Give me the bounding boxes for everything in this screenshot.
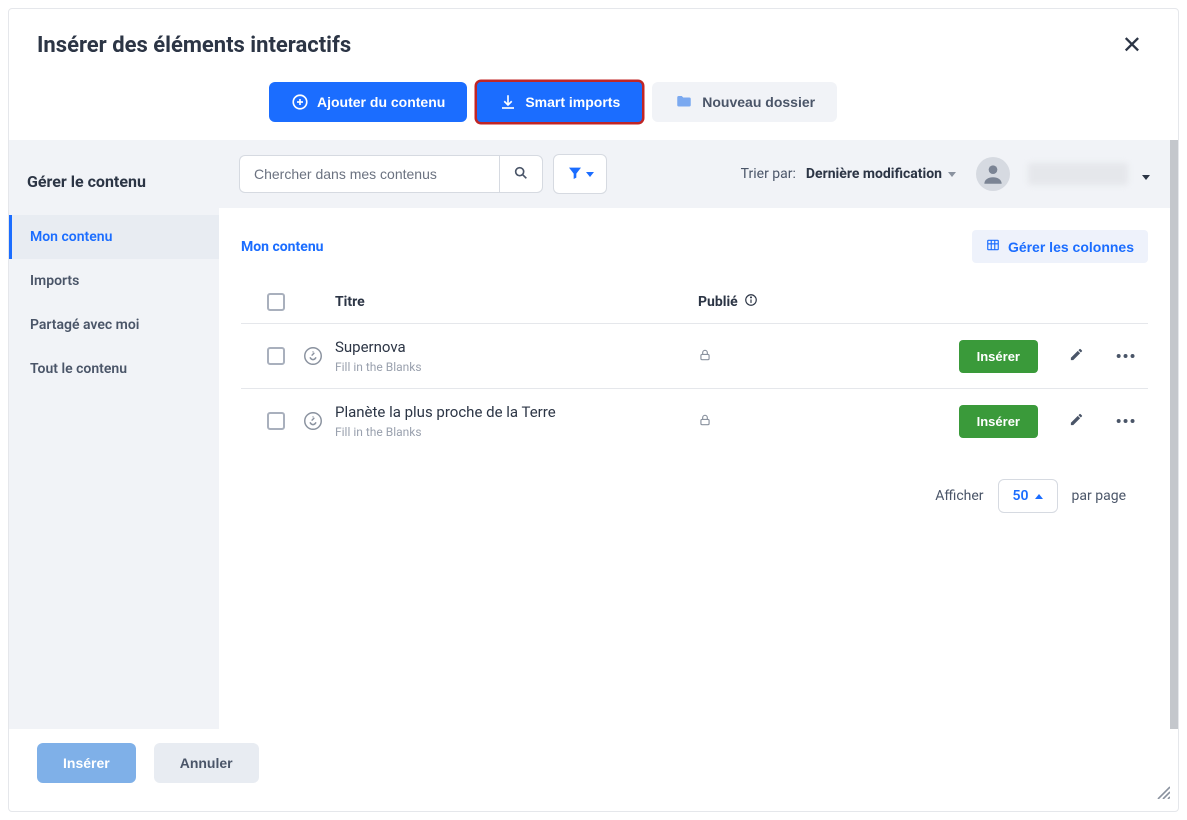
sidebar-item-label: Tout le contenu — [30, 361, 127, 377]
modal-header: Insérer des éléments interactifs ✕ — [9, 9, 1178, 78]
breadcrumb[interactable]: Mon contenu — [241, 239, 324, 255]
sidebar-item-mon-contenu[interactable]: Mon contenu — [9, 215, 219, 259]
row-checkbox[interactable] — [267, 412, 285, 430]
content-area: Gérer le contenu Mon contenu Imports Par… — [9, 140, 1178, 729]
pager-show-label: Afficher — [935, 488, 983, 504]
content-table: Titre Publié — [241, 281, 1148, 453]
edit-button[interactable] — [1064, 347, 1088, 366]
sort-dropdown[interactable]: Dernière modification — [806, 166, 956, 182]
breadcrumb-row: Mon contenu Gérer les colonnes — [241, 230, 1148, 263]
chevron-down-icon — [948, 172, 956, 177]
row-subtitle: Fill in the Blanks — [335, 360, 698, 374]
toolbar: Ajouter du contenu Smart imports Nouveau… — [9, 78, 1178, 140]
pencil-icon — [1069, 412, 1084, 427]
manage-columns-button[interactable]: Gérer les colonnes — [972, 230, 1148, 263]
user-icon — [980, 161, 1006, 187]
edit-button[interactable] — [1064, 412, 1088, 431]
user-name-redacted — [1028, 163, 1128, 185]
header-published: Publié — [698, 293, 878, 311]
main-panel: Trier par: Dernière modification Mon con… — [219, 140, 1178, 729]
download-icon — [499, 93, 517, 111]
smart-imports-label: Smart imports — [525, 94, 620, 110]
pager-suffix: par page — [1072, 488, 1126, 504]
close-icon: ✕ — [1122, 32, 1142, 59]
close-button[interactable]: ✕ — [1114, 27, 1150, 64]
folder-icon — [674, 93, 694, 111]
sidebar-item-partage[interactable]: Partagé avec moi — [9, 303, 219, 347]
header-title: Titre — [335, 294, 698, 310]
footer-cancel-button[interactable]: Annuler — [154, 743, 259, 783]
row-title[interactable]: Supernova — [335, 338, 698, 356]
sidebar-item-label: Imports — [30, 273, 79, 289]
sort-value-text: Dernière modification — [806, 166, 942, 182]
new-folder-label: Nouveau dossier — [702, 94, 815, 110]
modal-title: Insérer des éléments interactifs — [37, 33, 351, 58]
sort-label: Trier par: — [741, 166, 796, 182]
content-type-icon — [301, 409, 325, 433]
sidebar: Gérer le contenu Mon contenu Imports Par… — [9, 140, 219, 729]
funnel-icon — [567, 165, 583, 184]
search-input[interactable] — [239, 155, 499, 193]
row-checkbox[interactable] — [267, 347, 285, 365]
manage-columns-label: Gérer les colonnes — [1008, 239, 1134, 255]
info-icon — [744, 293, 758, 311]
row-subtitle: Fill in the Blanks — [335, 425, 698, 439]
modal-body: Ajouter du contenu Smart imports Nouveau… — [9, 78, 1178, 729]
footer-insert-button[interactable]: Insérer — [37, 743, 136, 783]
content-type-icon — [301, 344, 325, 368]
table-row: Planète la plus proche de la Terre Fill … — [241, 388, 1148, 453]
chevron-up-icon — [1035, 494, 1043, 499]
user-menu-toggle[interactable] — [1142, 165, 1150, 184]
row-title[interactable]: Planète la plus proche de la Terre — [335, 403, 698, 421]
sidebar-item-label: Partagé avec moi — [30, 317, 139, 333]
sidebar-title: Gérer le contenu — [9, 160, 219, 215]
pager: Afficher 50 par page — [241, 453, 1148, 539]
more-button[interactable]: ••• — [1114, 412, 1138, 431]
search-icon — [513, 165, 529, 184]
table-header: Titre Publié — [241, 281, 1148, 323]
table-row: Supernova Fill in the Blanks Insérer — [241, 323, 1148, 388]
table-icon — [986, 238, 1000, 255]
search-button[interactable] — [499, 155, 543, 193]
sidebar-item-tout[interactable]: Tout le contenu — [9, 347, 219, 391]
select-all-checkbox[interactable] — [267, 293, 285, 311]
search-box — [239, 155, 543, 193]
add-content-button[interactable]: Ajouter du contenu — [269, 82, 467, 122]
dots-icon: ••• — [1116, 347, 1137, 366]
resize-handle[interactable] — [1154, 783, 1170, 803]
sidebar-item-label: Mon contenu — [30, 229, 112, 245]
header-published-label: Publié — [698, 294, 738, 310]
filter-button[interactable] — [553, 154, 607, 194]
modal-dialog: Insérer des éléments interactifs ✕ Ajout… — [8, 8, 1179, 812]
content-body: Mon contenu Gérer les colonnes Ti — [219, 208, 1170, 729]
avatar[interactable] — [976, 157, 1010, 191]
more-button[interactable]: ••• — [1114, 347, 1138, 366]
chevron-down-icon — [1142, 175, 1150, 180]
new-folder-button[interactable]: Nouveau dossier — [652, 82, 837, 122]
smart-imports-button[interactable]: Smart imports — [477, 82, 642, 122]
pager-size-select[interactable]: 50 — [998, 479, 1058, 513]
modal-footer: Insérer Annuler — [9, 729, 1178, 811]
pager-size-value: 50 — [1013, 488, 1029, 504]
chevron-down-icon — [586, 172, 594, 177]
add-content-label: Ajouter du contenu — [317, 94, 445, 110]
lock-icon — [698, 412, 712, 431]
filter-bar: Trier par: Dernière modification — [219, 140, 1170, 208]
sidebar-item-imports[interactable]: Imports — [9, 259, 219, 303]
row-insert-button[interactable]: Insérer — [959, 405, 1038, 438]
dots-icon: ••• — [1116, 412, 1137, 431]
lock-icon — [698, 347, 712, 366]
row-insert-button[interactable]: Insérer — [959, 340, 1038, 373]
pencil-icon — [1069, 347, 1084, 362]
plus-circle-icon — [291, 93, 309, 111]
